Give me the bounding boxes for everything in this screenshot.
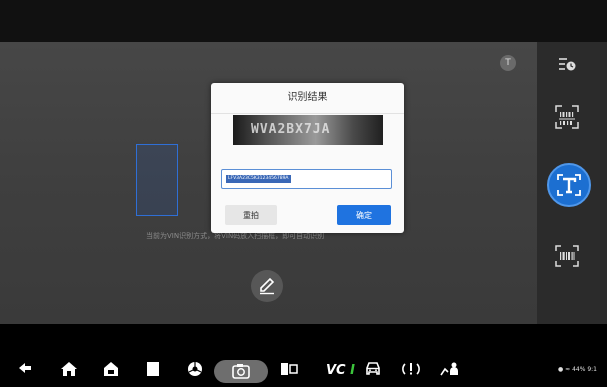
- screenshot-button[interactable]: [214, 360, 268, 383]
- pencil-icon: [260, 277, 275, 295]
- vin-capture-image: WVA2BX7JA: [233, 115, 383, 145]
- text-recognition-icon[interactable]: [547, 163, 591, 207]
- manual-input-button[interactable]: [251, 270, 283, 302]
- battery-time: 44% 9:1: [572, 366, 597, 373]
- vci-status-icon[interactable]: VC I: [326, 363, 355, 378]
- flash-icon[interactable]: T: [500, 55, 516, 71]
- vin-barcode-icon[interactable]: [554, 104, 580, 130]
- recent-apps-icon[interactable]: [146, 361, 160, 381]
- scan-frame: [136, 144, 178, 216]
- home-icon[interactable]: [60, 361, 78, 381]
- multi-screen-icon[interactable]: [280, 361, 298, 381]
- dialog-title: 识别结果: [211, 83, 404, 114]
- system-status: ● ≈ 44% 9:1: [558, 366, 597, 373]
- bottom-navigation-bar: [0, 355, 607, 383]
- camera-icon: [232, 364, 250, 379]
- vci-label: VC: [326, 363, 346, 378]
- vci-accent-letter: I: [350, 363, 355, 378]
- vin-result-value: LFV3A23C5K3123456789A: [226, 175, 291, 183]
- barcode-scan-icon[interactable]: [554, 244, 580, 268]
- screen: 当前为VIN识别方式，将VIN码放入扫描框，即可自动识别 T 识别结果 WVA2…: [0, 0, 607, 383]
- vehicle-icon[interactable]: [364, 361, 382, 381]
- back-icon[interactable]: [17, 361, 33, 381]
- vin-result-field[interactable]: LFV3A23C5K3123456789A: [221, 169, 392, 189]
- history-icon[interactable]: [557, 55, 577, 73]
- status-icons: ● ≈: [558, 366, 573, 373]
- remote-support-icon[interactable]: [440, 361, 460, 381]
- launcher-home-icon[interactable]: [103, 361, 119, 381]
- browser-icon[interactable]: [187, 361, 203, 381]
- vin-image-text: WVA2BX7JA: [251, 122, 331, 137]
- retake-button[interactable]: 重拍: [225, 205, 277, 225]
- recognition-result-dialog: 识别结果 WVA2BX7JA LFV3A23C5K3123456789A 重拍 …: [211, 83, 404, 233]
- confirm-button[interactable]: 确定: [337, 205, 391, 225]
- top-status-bar: [0, 0, 607, 42]
- alert-icon[interactable]: [401, 361, 421, 381]
